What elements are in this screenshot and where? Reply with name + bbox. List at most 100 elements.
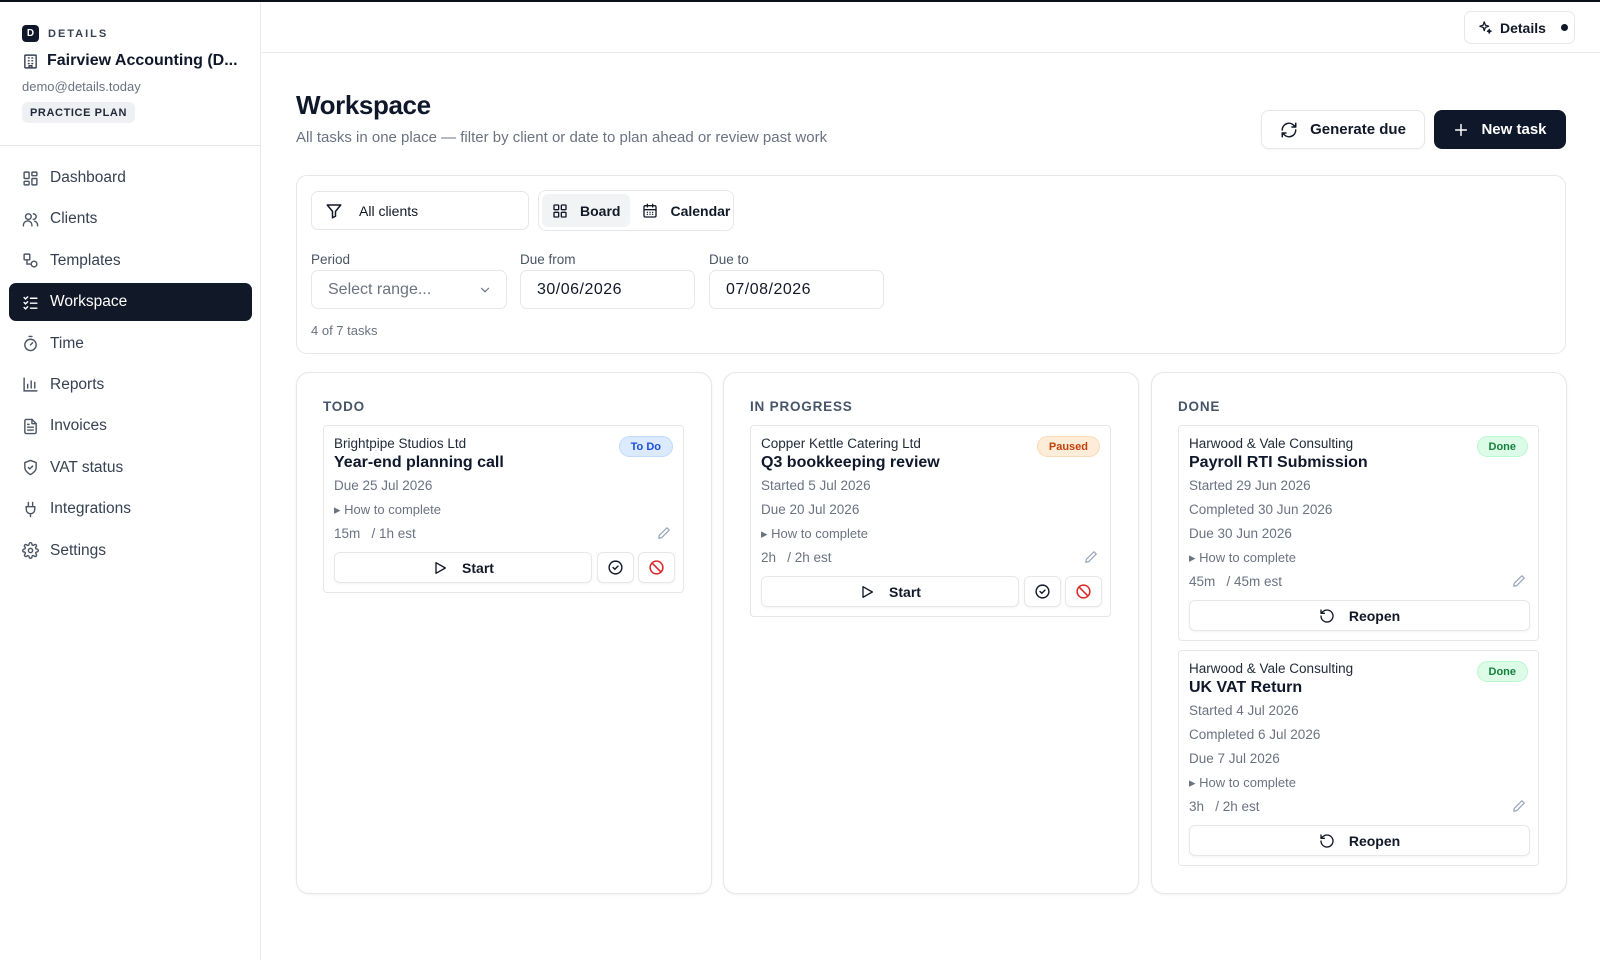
due-to-label: Due to bbox=[709, 252, 749, 267]
view-toggle: Board Calendar bbox=[538, 190, 734, 231]
reopen-button[interactable]: Reopen bbox=[1189, 600, 1530, 631]
card-due: Due 20 Jul 2026 bbox=[761, 502, 860, 517]
new-task-button[interactable]: New task bbox=[1434, 110, 1566, 149]
task-card[interactable]: Brightpipe Studios Ltd Year-end planning… bbox=[323, 425, 684, 593]
brand[interactable]: D DETAILS bbox=[22, 25, 108, 42]
column-title: DONE bbox=[1178, 399, 1221, 414]
view-calendar-tab[interactable]: Calendar bbox=[632, 194, 740, 227]
task-card[interactable]: Harwood & Vale Consulting Payroll RTI Su… bbox=[1178, 425, 1539, 641]
pencil-icon[interactable] bbox=[657, 526, 671, 540]
status-dot bbox=[1560, 24, 1568, 31]
checklist-icon bbox=[23, 295, 38, 310]
card-time: 2h / 2h est bbox=[761, 550, 832, 565]
calendar-icon bbox=[643, 203, 658, 218]
shield-check-icon bbox=[24, 459, 37, 476]
cancel-task-button[interactable] bbox=[1065, 576, 1102, 607]
top-bar: Details bbox=[262, 2, 1600, 53]
sidebar-item-integrations[interactable]: Integrations bbox=[9, 490, 252, 528]
building-icon bbox=[24, 53, 37, 69]
start-label: Start bbox=[462, 559, 494, 576]
client-filter-select[interactable]: All clients bbox=[311, 191, 529, 230]
generate-due-button[interactable]: Generate due bbox=[1261, 110, 1425, 149]
view-board-tab[interactable]: Board bbox=[542, 194, 631, 227]
due-from-label: Due from bbox=[520, 252, 576, 267]
task-card[interactable]: Copper Kettle Catering Ltd Q3 bookkeepin… bbox=[750, 425, 1111, 617]
card-client: Brightpipe Studios Ltd bbox=[334, 436, 467, 451]
sidebar-item-vat-status[interactable]: VAT status bbox=[9, 449, 252, 487]
due-to-input[interactable]: 07/08/2026 bbox=[709, 270, 884, 309]
card-due: Due 30 Jun 2026 bbox=[1189, 526, 1292, 541]
due-from-value: 30/06/2026 bbox=[537, 280, 623, 298]
details-button-label: Details bbox=[1500, 19, 1546, 36]
view-calendar-label: Calendar bbox=[670, 202, 731, 219]
shapes-icon bbox=[23, 253, 38, 268]
plus-icon bbox=[1455, 123, 1468, 136]
column-done: DONE Harwood & Vale Consulting Payroll R… bbox=[1151, 372, 1567, 894]
period-select[interactable]: Select range... bbox=[311, 270, 507, 309]
due-to-value: 07/08/2026 bbox=[726, 280, 812, 298]
plug-icon bbox=[25, 501, 36, 517]
generate-due-label: Generate due bbox=[1310, 121, 1406, 138]
cancel-task-button[interactable] bbox=[638, 552, 675, 583]
status-badge: Done bbox=[1476, 661, 1528, 682]
stopwatch-icon bbox=[24, 335, 37, 352]
task-card[interactable]: Harwood & Vale Consulting UK VAT Return … bbox=[1178, 650, 1539, 866]
card-client: Harwood & Vale Consulting bbox=[1189, 661, 1354, 676]
pencil-icon[interactable] bbox=[1512, 799, 1526, 813]
column-todo: TODO Brightpipe Studios Ltd Year-end pla… bbox=[296, 372, 712, 894]
card-due: Due 25 Jul 2026 bbox=[334, 478, 433, 493]
sidebar-item-label: Clients bbox=[50, 210, 98, 228]
sidebar-item-label: Time bbox=[50, 334, 84, 352]
view-board-label: Board bbox=[580, 202, 621, 219]
details-assistant-button[interactable]: Details bbox=[1464, 11, 1575, 44]
card-task-title: Payroll RTI Submission bbox=[1189, 454, 1368, 471]
reopen-label: Reopen bbox=[1348, 832, 1401, 849]
card-started: Started 5 Jul 2026 bbox=[761, 478, 871, 493]
sidebar-item-invoices[interactable]: Invoices bbox=[9, 407, 252, 445]
sidebar-item-settings[interactable]: Settings bbox=[9, 532, 252, 570]
sidebar-item-reports[interactable]: Reports bbox=[9, 366, 252, 404]
how-to-complete-toggle[interactable]: ▸ How to complete bbox=[1189, 550, 1296, 566]
sidebar-item-time[interactable]: Time bbox=[9, 325, 252, 363]
column-title: TODO bbox=[323, 399, 365, 414]
new-task-label: New task bbox=[1481, 121, 1547, 138]
rotate-ccw-icon bbox=[1320, 608, 1334, 623]
file-text-icon bbox=[24, 418, 37, 435]
board-icon bbox=[553, 203, 567, 218]
status-badge: Done bbox=[1476, 436, 1528, 457]
start-button[interactable]: Start bbox=[334, 552, 592, 583]
sidebar-item-clients[interactable]: Clients bbox=[9, 200, 252, 238]
sidebar: D DETAILS Fairview Accounting (D... demo… bbox=[0, 2, 261, 960]
card-client: Harwood & Vale Consulting bbox=[1189, 436, 1354, 451]
sidebar-item-dashboard[interactable]: Dashboard bbox=[9, 159, 252, 197]
how-to-complete-toggle[interactable]: ▸ How to complete bbox=[334, 502, 441, 518]
reopen-label: Reopen bbox=[1348, 607, 1401, 624]
org-name: Fairview Accounting (D... bbox=[47, 52, 238, 69]
complete-button[interactable] bbox=[597, 552, 634, 583]
pencil-icon[interactable] bbox=[1084, 550, 1098, 564]
check-circle-icon bbox=[608, 560, 623, 575]
bar-chart-icon bbox=[23, 377, 38, 393]
card-completed: Completed 6 Jul 2026 bbox=[1189, 727, 1321, 742]
pencil-icon[interactable] bbox=[1512, 574, 1526, 588]
card-time: 45m / 45m est bbox=[1189, 574, 1283, 589]
client-filter-value: All clients bbox=[359, 202, 419, 219]
page-subtitle: All tasks in one place — filter by clien… bbox=[296, 129, 828, 146]
refresh-icon bbox=[1281, 122, 1297, 137]
column-title: IN PROGRESS bbox=[750, 399, 853, 414]
sparkles-icon bbox=[1479, 21, 1492, 34]
sidebar-item-templates[interactable]: Templates bbox=[9, 242, 252, 280]
start-button[interactable]: Start bbox=[761, 576, 1019, 607]
start-label: Start bbox=[889, 583, 921, 600]
status-badge: To Do bbox=[618, 436, 673, 457]
reopen-button[interactable]: Reopen bbox=[1189, 825, 1530, 856]
how-to-complete-toggle[interactable]: ▸ How to complete bbox=[1189, 775, 1296, 791]
sidebar-item-label: Reports bbox=[50, 375, 105, 393]
ban-icon bbox=[1076, 584, 1091, 599]
sidebar-item-workspace[interactable]: Workspace bbox=[9, 283, 252, 322]
complete-button[interactable] bbox=[1024, 576, 1061, 607]
org-switcher[interactable]: Fairview Accounting (D... bbox=[22, 52, 238, 70]
how-to-complete-toggle[interactable]: ▸ How to complete bbox=[761, 526, 868, 542]
due-from-input[interactable]: 30/06/2026 bbox=[520, 270, 695, 309]
users-icon bbox=[22, 213, 39, 227]
